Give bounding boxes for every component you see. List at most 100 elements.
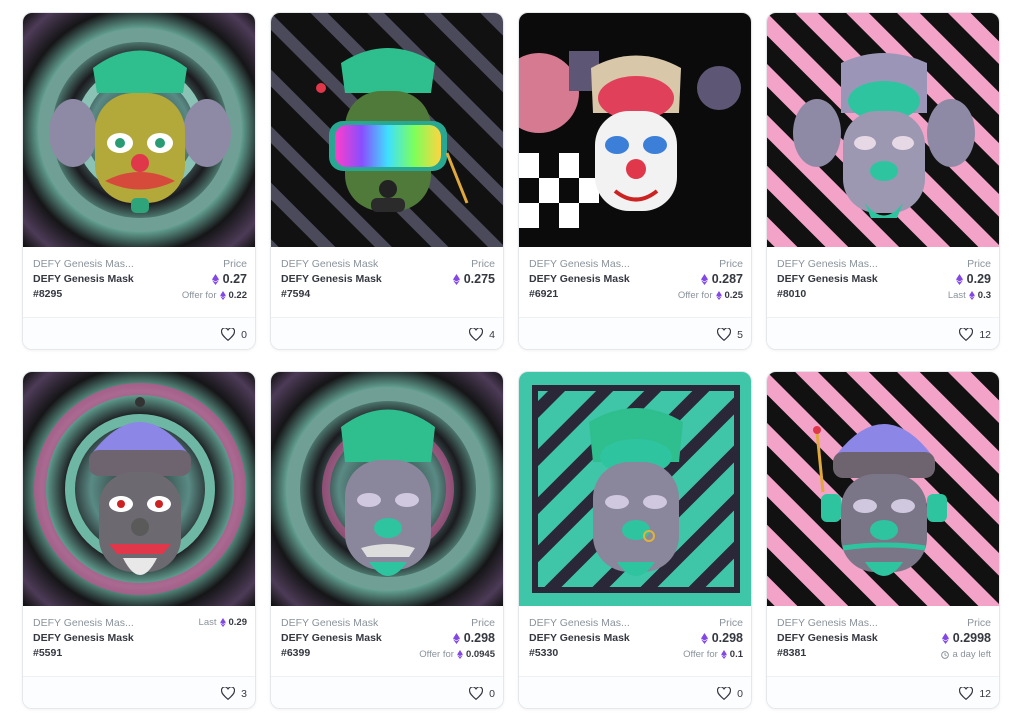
nft-card-5330[interactable]: DEFY Genesis Mas... DEFY Genesis Mask #5…	[518, 371, 752, 709]
price-value: 0.275	[463, 272, 495, 286]
eth-icon	[457, 650, 463, 659]
mask-artwork	[767, 13, 999, 247]
nft-title: DEFY Genesis Mask	[777, 273, 878, 285]
eth-icon	[219, 291, 226, 300]
mask-artwork	[271, 13, 503, 247]
nft-image[interactable]	[767, 13, 999, 247]
favorite-button[interactable]: 5	[717, 328, 743, 341]
nft-card-7594[interactable]: DEFY Genesis Mask DEFY Genesis Mask #759…	[270, 12, 504, 350]
favorite-button[interactable]: 0	[469, 687, 495, 700]
heart-icon	[221, 687, 236, 700]
eth-icon	[715, 291, 722, 300]
token-id: #5330	[529, 647, 559, 659]
eth-icon	[968, 291, 975, 300]
heart-icon	[469, 687, 484, 700]
last-sale-info: Last 0.29	[199, 617, 247, 628]
offer-info: Offer for 0.25	[678, 290, 743, 301]
nft-image[interactable]	[271, 13, 503, 247]
nft-card-8381[interactable]: DEFY Genesis Mas... DEFY Genesis Mask #8…	[766, 371, 1000, 709]
eth-icon	[720, 650, 727, 659]
eth-icon	[211, 273, 219, 285]
offer-info: Offer for 0.22	[182, 290, 247, 301]
collection-name[interactable]: DEFY Genesis Mask	[281, 258, 378, 270]
nft-card-6921[interactable]: DEFY Genesis Mas... DEFY Genesis Mask #6…	[518, 12, 752, 350]
nft-card-8010[interactable]: DEFY Genesis Mas... DEFY Genesis Mask #8…	[766, 12, 1000, 350]
like-count: 5	[737, 328, 743, 341]
collection-name[interactable]: DEFY Genesis Mas...	[529, 258, 630, 270]
nft-title: DEFY Genesis Mask	[529, 632, 630, 644]
favorite-button[interactable]: 0	[221, 328, 247, 341]
offer-label: Offer for	[419, 649, 454, 660]
favorite-button[interactable]: 0	[717, 687, 743, 700]
price: 0.29	[955, 272, 991, 286]
nft-image[interactable]	[519, 13, 751, 247]
nft-card-6399[interactable]: DEFY Genesis Mask DEFY Genesis Mask #639…	[270, 371, 504, 709]
eth-icon	[700, 273, 708, 285]
like-count: 12	[979, 328, 991, 341]
token-id: #8010	[777, 288, 807, 300]
collection-name[interactable]: DEFY Genesis Mas...	[777, 617, 878, 629]
last-sale-value: 0.3	[977, 290, 991, 301]
price-label: Price	[223, 258, 247, 270]
price-label: Price	[719, 617, 743, 629]
collection-name[interactable]: DEFY Genesis Mas...	[33, 617, 134, 629]
token-id: #8381	[777, 647, 807, 659]
offer-label: Offer for	[677, 290, 713, 301]
heart-icon	[717, 687, 732, 700]
offer-label: Offer for	[181, 290, 217, 301]
price-value: 0.2998	[952, 631, 991, 645]
price-value: 0.287	[711, 272, 743, 286]
nft-image[interactable]	[767, 372, 999, 606]
favorite-button[interactable]: 12	[959, 328, 991, 341]
nft-card-5591[interactable]: DEFY Genesis Mas... DEFY Genesis Mask #5…	[22, 371, 256, 709]
heart-icon	[959, 328, 974, 341]
last-sale-label: Last	[198, 617, 217, 628]
offer-label: Offer for	[683, 649, 718, 660]
last-sale-info: Last 0.3	[948, 290, 991, 301]
like-count: 0	[241, 328, 247, 341]
offer-value: 0.22	[228, 290, 248, 301]
eth-icon	[452, 273, 460, 285]
nft-image[interactable]	[23, 13, 255, 247]
price-value: 0.298	[711, 631, 743, 645]
token-id: #6399	[281, 647, 311, 659]
nft-image[interactable]	[271, 372, 503, 606]
nft-title: DEFY Genesis Mask	[529, 273, 630, 285]
collection-name[interactable]: DEFY Genesis Mask	[281, 617, 378, 629]
price: 0.27	[211, 272, 247, 286]
last-sale-value: 0.29	[228, 617, 248, 628]
nft-title: DEFY Genesis Mask	[33, 632, 134, 644]
price-label: Price	[471, 258, 495, 270]
favorite-button[interactable]: 12	[959, 687, 991, 700]
price-label: Price	[967, 617, 991, 629]
offer-info: Offer for 0.0945	[419, 649, 495, 660]
heart-icon	[221, 328, 236, 341]
collection-name[interactable]: DEFY Genesis Mas...	[529, 617, 630, 629]
nft-image[interactable]	[23, 372, 255, 606]
eth-icon	[452, 632, 460, 644]
price-label: Price	[967, 258, 991, 270]
price: 0.2998	[941, 631, 991, 645]
like-count: 0	[489, 687, 495, 700]
nft-card-8295[interactable]: DEFY Genesis Mas... DEFY Genesis Mask #8…	[22, 12, 256, 350]
favorite-button[interactable]: 3	[221, 687, 247, 700]
auction-time-left: a day left	[941, 649, 991, 660]
offer-value: 0.0945	[465, 649, 495, 660]
offer-value: 0.1	[729, 649, 743, 660]
nft-title: DEFY Genesis Mask	[281, 273, 382, 285]
token-id: #8295	[33, 288, 63, 300]
token-id: #6921	[529, 288, 559, 300]
collection-name[interactable]: DEFY Genesis Mas...	[777, 258, 878, 270]
last-sale-label: Last	[947, 290, 966, 301]
like-count: 12	[979, 687, 991, 700]
like-count: 4	[489, 328, 495, 341]
price: 0.275	[452, 272, 495, 286]
nft-image[interactable]	[519, 372, 751, 606]
price-label: Price	[719, 258, 743, 270]
collection-name[interactable]: DEFY Genesis Mas...	[33, 258, 134, 270]
heart-icon	[959, 687, 974, 700]
eth-icon	[700, 632, 708, 644]
token-id: #5591	[33, 647, 63, 659]
favorite-button[interactable]: 4	[469, 328, 495, 341]
eth-icon	[941, 632, 949, 644]
